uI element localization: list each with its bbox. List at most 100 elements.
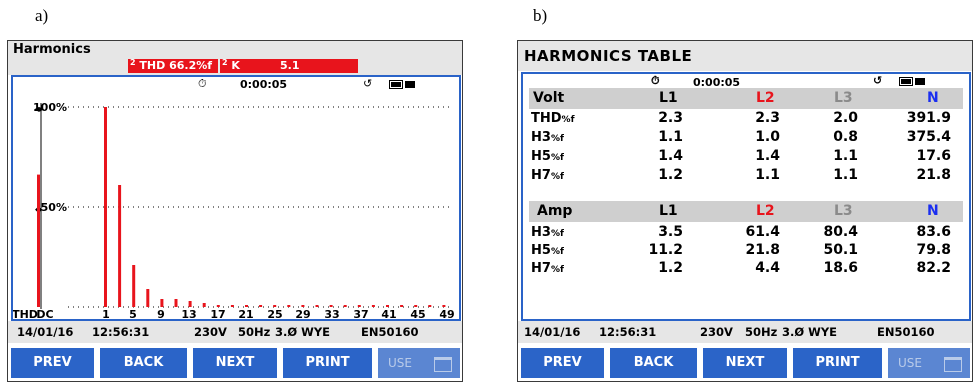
x-tick-label: 13 [181, 308, 196, 319]
table-cell: 1.1 [658, 129, 683, 145]
table-cell: 80.4 [823, 224, 858, 240]
table-row: THD%f 2.3 2.3 2.0 391.9 [523, 110, 969, 130]
harmonic-bar [188, 301, 192, 307]
col-n: N [927, 203, 939, 219]
nominal-frequency: 50Hz [238, 325, 271, 339]
k-channel: 2 [222, 58, 228, 67]
title-bar: Harmonics 2 THD 66.2%f 2 K 5.1 [8, 41, 462, 75]
table-cell: 1.4 [658, 148, 683, 164]
x-tick-label: 33 [324, 308, 339, 319]
col-n: N [927, 90, 939, 106]
table-cell: 2.3 [658, 110, 683, 126]
table-cell: 2.3 [755, 110, 780, 126]
use-button[interactable]: USE [888, 348, 970, 378]
harmonic-bar [174, 299, 178, 307]
table-cell: 83.6 [916, 224, 951, 240]
info-footer: 14/01/16 12:56:31 230V 50Hz 3.Ø WYE EN50… [8, 321, 462, 343]
row-label: H7%f [531, 261, 564, 276]
battery-icon [899, 77, 925, 86]
table-cell: 1.1 [833, 167, 858, 183]
col-l3: L3 [834, 203, 853, 219]
volt-header-row: Volt L1 L2 L3 N [529, 88, 963, 109]
table-cell: 17.6 [916, 148, 951, 164]
x-tick-label: 1 [102, 308, 110, 319]
harmonic-bar [230, 305, 234, 307]
harmonic-bar [301, 305, 305, 307]
table-row: H5%f 1.4 1.4 1.1 17.6 [523, 148, 969, 168]
table-area: ⏱ 0:00:05 ↺ Volt L1 L2 L3 N THD%f 2.3 2.3 2… [521, 72, 971, 321]
harmonic-bar [343, 305, 347, 307]
col-l1: L1 [659, 203, 678, 219]
amp-header-row: Amp L1 L2 L3 N [529, 201, 963, 222]
harmonic-bar [428, 305, 432, 307]
use-button[interactable]: USE [378, 348, 460, 378]
x-tick-label: THD [13, 308, 38, 319]
recording-icon: ↺ [873, 74, 883, 87]
table-cell: 1.2 [658, 260, 683, 276]
harmonic-bar [273, 305, 277, 307]
harmonics-table-screen: HARMONICS TABLE ⏱ 0:00:05 ↺ Volt L1 L2 L… [517, 40, 973, 382]
table-row: H3%f 3.5 61.4 80.4 83.6 [523, 224, 969, 243]
table-cell: 21.8 [916, 167, 951, 183]
next-button[interactable]: NEXT [703, 348, 787, 378]
table-cell: 18.6 [823, 260, 858, 276]
row-unit: %f [550, 229, 564, 239]
k-value: 5.1 [280, 59, 300, 72]
harmonic-bar [442, 305, 446, 307]
row-unit: %f [550, 265, 564, 275]
prev-button[interactable]: PREV [521, 348, 604, 378]
table-cell: 21.8 [745, 242, 780, 258]
table-row: H7%f 1.2 4.4 18.6 82.2 [523, 260, 969, 279]
use-label: USE [898, 356, 922, 370]
harmonic-bar [104, 107, 107, 307]
harmonic-bar [287, 305, 291, 307]
table-cell: 1.2 [658, 167, 683, 183]
back-button[interactable]: BACK [100, 348, 187, 378]
y-tick-label: 50% [41, 201, 67, 214]
print-button[interactable]: PRINT [793, 348, 882, 378]
folder-icon [434, 357, 452, 372]
harmonic-bar [400, 305, 404, 307]
harmonic-bar [37, 174, 40, 307]
info-footer: 14/01/16 12:56:31 230V 50Hz 3.Ø WYE EN50… [518, 321, 972, 343]
table-row: H3%f 1.1 1.0 0.8 375.4 [523, 129, 969, 149]
row-label: H3%f [531, 225, 564, 240]
row-label: H7%f [531, 168, 564, 183]
row-name: H3 [531, 225, 551, 240]
table-cell: 0.8 [833, 129, 858, 145]
screen-title: HARMONICS TABLE [524, 47, 693, 65]
folder-icon [944, 357, 962, 372]
time: 12:56:31 [599, 325, 657, 339]
table-cell: 50.1 [823, 242, 858, 258]
row-unit: %f [561, 115, 575, 125]
table-cell: 79.8 [916, 242, 951, 258]
row-label: THD%f [531, 111, 574, 126]
prev-button[interactable]: PREV [11, 348, 94, 378]
date: 14/01/16 [17, 325, 74, 339]
phase-config: 3.Ø WYE [782, 325, 838, 339]
back-button[interactable]: BACK [610, 348, 697, 378]
y-tick-label: 100% [33, 101, 67, 114]
row-name: H7 [531, 168, 551, 183]
table-cell: 61.4 [745, 224, 780, 240]
nominal-voltage: 230V [194, 325, 227, 339]
next-button[interactable]: NEXT [193, 348, 277, 378]
screen-title: Harmonics [13, 42, 91, 57]
phase-config: 3.Ø WYE [275, 325, 331, 339]
harmonic-bar [329, 305, 333, 307]
print-button[interactable]: PRINT [283, 348, 372, 378]
harmonic-bar [386, 305, 389, 307]
table-cell: 375.4 [906, 129, 951, 145]
x-tick-label: 9 [157, 308, 165, 319]
harmonic-bar [160, 299, 164, 307]
softkey-bar: PREV BACK NEXT PRINT USE [8, 343, 462, 381]
table-cell: 4.4 [755, 260, 780, 276]
row-name: H5 [531, 149, 551, 164]
table-cell: 3.5 [658, 224, 683, 240]
table-row: H5%f 11.2 21.8 50.1 79.8 [523, 242, 969, 261]
standard: EN50160 [877, 325, 935, 339]
harmonic-bar [202, 303, 206, 307]
row-label: H5%f [531, 243, 564, 258]
harmonic-bar [216, 305, 220, 307]
x-tick-label: 41 [381, 308, 396, 319]
